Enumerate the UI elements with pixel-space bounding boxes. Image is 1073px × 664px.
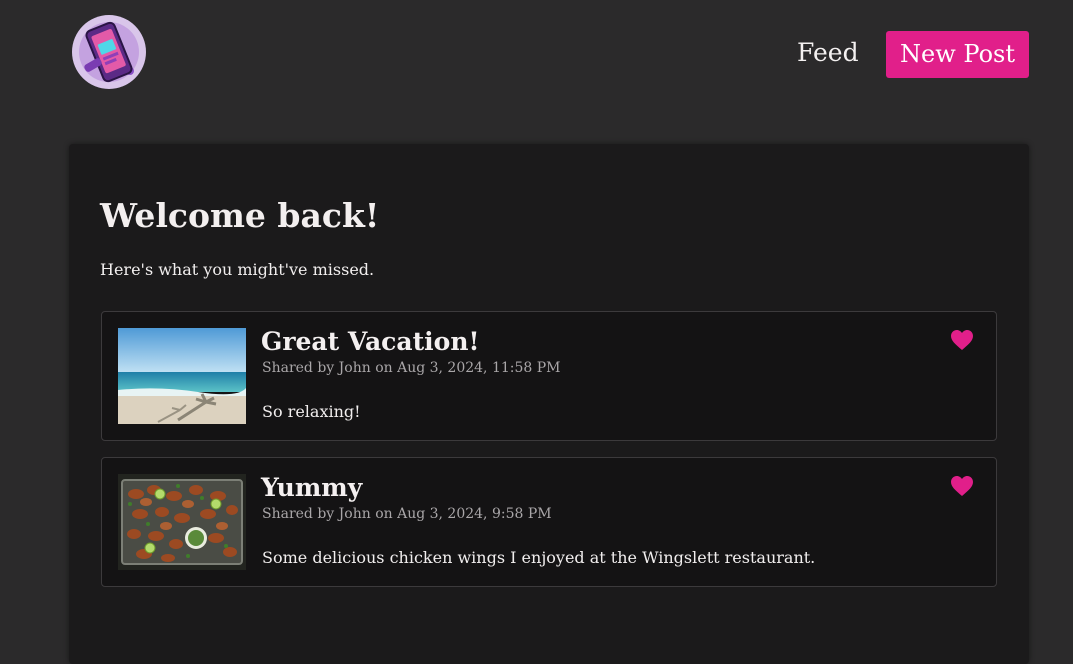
post-card[interactable]: Great Vacation! Shared by John on Aug 3,… <box>101 311 997 441</box>
post-body: So relaxing! <box>262 402 361 421</box>
chicken-wings-photo[interactable] <box>118 474 246 570</box>
beach-photo[interactable] <box>118 328 246 424</box>
page-subtitle: Here's what you might've missed. <box>100 260 375 279</box>
phone-logo-icon[interactable] <box>70 13 148 91</box>
post-meta: Shared by John on Aug 3, 2024, 9:58 PM <box>262 506 552 522</box>
nav-feed-link[interactable]: Feed <box>797 38 859 72</box>
post-meta: Shared by John on Aug 3, 2024, 11:58 PM <box>262 360 561 376</box>
site-header: Feed New Post <box>0 0 1073 110</box>
post-card[interactable]: Yummy Shared by John on Aug 3, 2024, 9:5… <box>101 457 997 587</box>
heart-icon[interactable] <box>950 329 974 351</box>
heart-icon[interactable] <box>950 475 974 497</box>
post-title: Yummy <box>261 473 363 502</box>
post-body: Some delicious chicken wings I enjoyed a… <box>262 548 816 567</box>
post-title: Great Vacation! <box>261 327 480 356</box>
page-title: Welcome back! <box>100 196 380 235</box>
new-post-button[interactable]: New Post <box>886 31 1029 78</box>
feed-panel: Welcome back! Here's what you might've m… <box>69 144 1029 664</box>
